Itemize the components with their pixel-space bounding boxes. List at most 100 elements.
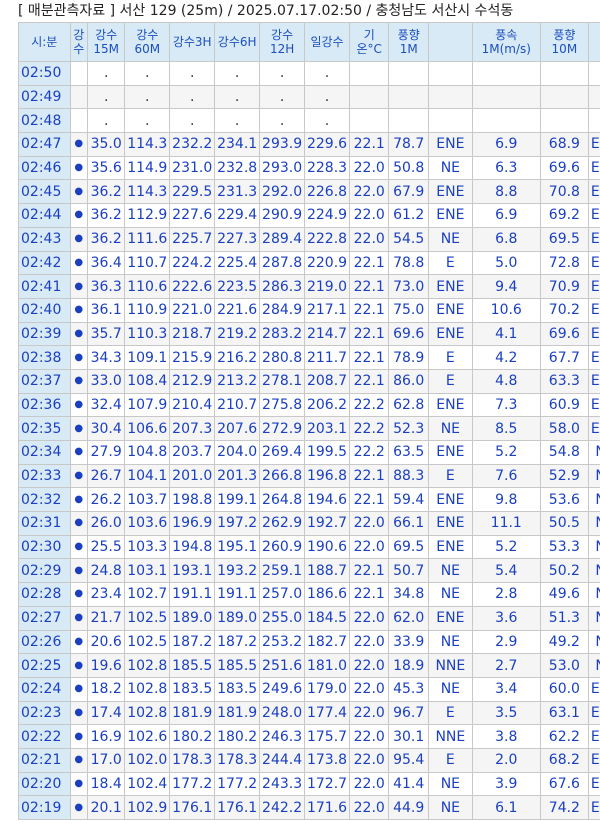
- cell-wind-speed-1m: 6.1: [471, 795, 541, 820]
- cell-wind-speed-1m: 8.8: [471, 179, 541, 205]
- cell-rain-3h: 194.8: [169, 534, 216, 560]
- table-row: 02:23 ● 17.4 102.8 181.9 181.9 248.0 177.4 22.0 9…: [18, 700, 600, 726]
- cell-rain-flag: ●: [69, 487, 89, 513]
- header-wind-dir-1m-code: [427, 22, 473, 62]
- cell-wind-dir-10m: [539, 84, 589, 110]
- cell-rain-12h: .: [259, 61, 306, 86]
- cell-rain-60m: .: [124, 61, 171, 86]
- cell-rain-3h: 178.3: [169, 747, 216, 773]
- cell-daily-rain: .: [304, 61, 350, 86]
- cell-wind-dir-10m-code: ENE: [587, 226, 600, 252]
- cell-rain-6h: 227.3: [214, 226, 261, 252]
- cell-wind-dir-10m-code: ENE: [587, 203, 600, 228]
- cell-rain-12h: .: [259, 108, 306, 134]
- header-temperature: 기 온°C: [348, 22, 390, 62]
- cell-rain-6h: .: [214, 84, 261, 110]
- cell-wind-dir-1m: 30.1: [388, 724, 429, 749]
- cell-wind-dir-10m: 63.1: [539, 700, 589, 726]
- cell-temperature: 22.1: [348, 274, 390, 299]
- cell-rain-15m: 18.4: [87, 771, 126, 797]
- cell-time: 02:43: [18, 226, 71, 252]
- cell-time: 02:40: [18, 297, 71, 323]
- cell-wind-speed-1m: [471, 108, 541, 134]
- cell-rain-60m: 106.6: [124, 416, 171, 441]
- cell-rain-3h: 212.9: [169, 368, 216, 394]
- cell-wind-dir-10m-code: ENE: [587, 676, 600, 702]
- cell-time: 02:20: [18, 771, 71, 797]
- cell-rain-12h: 257.0: [259, 582, 306, 607]
- cell-temperature: 22.1: [348, 487, 390, 513]
- cell-rain-60m: 114.3: [124, 179, 171, 205]
- cell-rain-3h: 177.2: [169, 771, 216, 797]
- cell-rain-12h: 243.3: [259, 771, 306, 797]
- cell-rain-6h: 197.2: [214, 511, 261, 536]
- cell-rain-6h: 193.2: [214, 558, 261, 584]
- cell-rain-60m: 110.9: [124, 297, 171, 323]
- cell-rain-6h: 221.6: [214, 297, 261, 323]
- cell-wind-dir-1m-code: E: [427, 345, 473, 370]
- cell-wind-dir-10m-code: NE: [587, 511, 600, 536]
- cell-rain-3h: 222.6: [169, 274, 216, 299]
- cell-rain-60m: 102.8: [124, 676, 171, 702]
- cell-rain-flag: ●: [69, 605, 89, 631]
- cell-rain-12h: 287.8: [259, 250, 306, 276]
- cell-rain-flag: ●: [69, 321, 89, 347]
- cell-rain-60m: 102.5: [124, 629, 171, 655]
- cell-rain-flag: ●: [69, 653, 89, 678]
- cell-wind-speed-1m: 6.3: [471, 155, 541, 181]
- cell-temperature: 22.0: [348, 747, 390, 773]
- cell-wind-dir-1m-code: ENE: [427, 274, 473, 299]
- cell-wind-speed-1m: 6.9: [471, 132, 541, 157]
- cell-temperature: 22.0: [348, 605, 390, 631]
- cell-wind-dir-10m-code: ENE: [587, 724, 600, 749]
- cell-rain-3h: 198.8: [169, 487, 216, 513]
- cell-rain-6h: 207.6: [214, 416, 261, 441]
- cell-rain-3h: 231.0: [169, 155, 216, 181]
- cell-temperature: 22.0: [348, 771, 390, 797]
- cell-wind-dir-1m: [388, 84, 429, 110]
- cell-rain-6h: 195.1: [214, 534, 261, 560]
- cell-wind-dir-1m: 96.7: [388, 700, 429, 726]
- cell-rain-6h: 219.2: [214, 321, 261, 347]
- cell-rain-6h: 176.1: [214, 795, 261, 820]
- cell-wind-dir-1m: [388, 108, 429, 134]
- cell-wind-dir-10m: 60.9: [539, 392, 589, 418]
- cell-wind-dir-10m: 51.3: [539, 605, 589, 631]
- cell-wind-speed-1m: 9.4: [471, 274, 541, 299]
- cell-rain-6h: 181.9: [214, 700, 261, 726]
- cell-rain-60m: .: [124, 108, 171, 134]
- cell-rain-12h: .: [259, 84, 306, 110]
- cell-rain-6h: 204.0: [214, 440, 261, 465]
- cell-wind-speed-1m: 4.8: [471, 368, 541, 394]
- cell-wind-dir-1m: 41.4: [388, 771, 429, 797]
- cell-wind-dir-10m-code: NE: [587, 558, 600, 584]
- cell-rain-flag: ●: [69, 297, 89, 323]
- cell-wind-dir-10m: 50.5: [539, 511, 589, 536]
- cell-rain-15m: 23.4: [87, 582, 126, 607]
- cell-rain-3h: 193.1: [169, 558, 216, 584]
- cell-temperature: 22.2: [348, 440, 390, 465]
- cell-temperature: 22.0: [348, 226, 390, 252]
- cell-daily-rain: 224.9: [304, 203, 350, 228]
- cell-wind-dir-10m: 53.6: [539, 487, 589, 513]
- cell-rain-flag: ●: [69, 582, 89, 607]
- cell-rain-15m: 35.6: [87, 155, 126, 181]
- cell-wind-dir-1m: 63.5: [388, 440, 429, 465]
- header-wind-dir-10m-code: [587, 22, 600, 62]
- cell-wind-dir-10m: 58.0: [539, 416, 589, 441]
- cell-daily-rain: 196.8: [304, 463, 350, 489]
- cell-rain-6h: .: [214, 108, 261, 134]
- cell-wind-dir-10m-code: [587, 61, 600, 86]
- cell-rain-flag: ●: [69, 226, 89, 252]
- cell-rain-3h: 185.5: [169, 653, 216, 678]
- cell-rain-flag: ●: [69, 724, 89, 749]
- cell-temperature: 22.1: [348, 321, 390, 347]
- cell-wind-dir-10m: 67.6: [539, 771, 589, 797]
- cell-wind-dir-10m: 72.8: [539, 250, 589, 276]
- cell-rain-15m: 25.5: [87, 534, 126, 560]
- cell-wind-dir-10m-code: ENE: [587, 250, 600, 276]
- table-row: 02:48......: [18, 108, 600, 134]
- header-rain-3h: 강수3H: [169, 22, 216, 62]
- cell-wind-dir-1m: 59.4: [388, 487, 429, 513]
- cell-wind-dir-1m-code: [427, 84, 473, 110]
